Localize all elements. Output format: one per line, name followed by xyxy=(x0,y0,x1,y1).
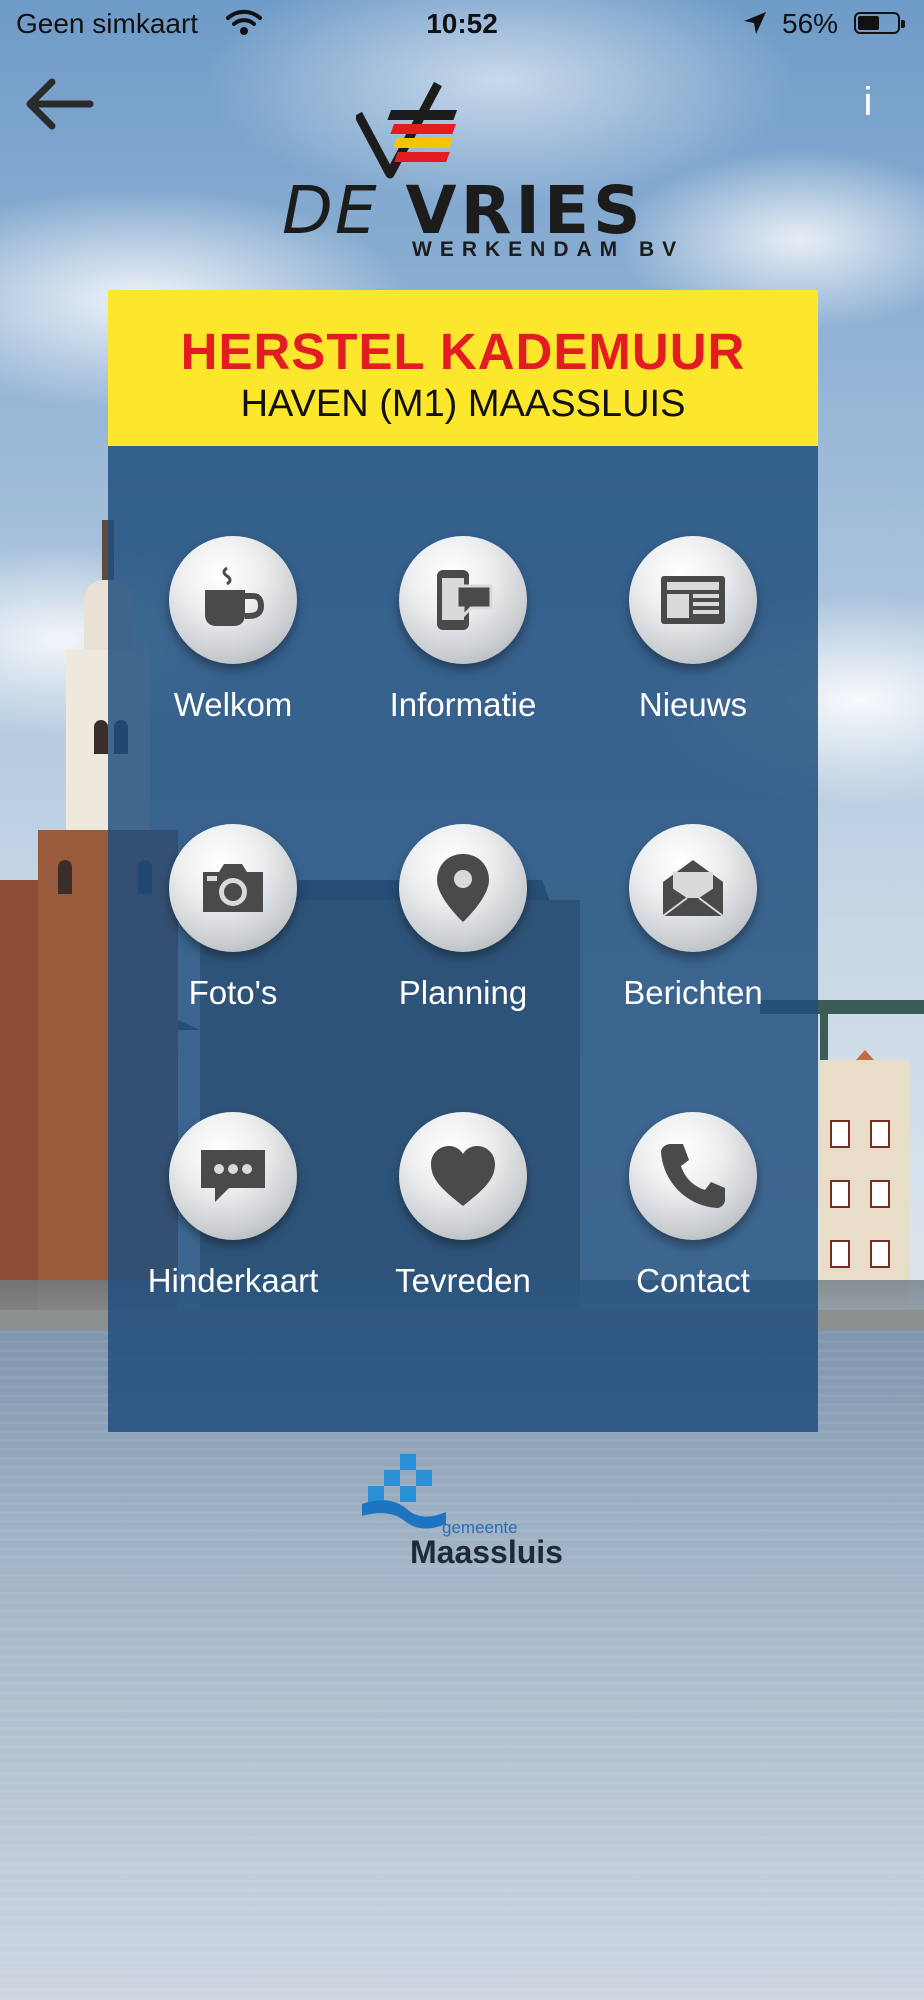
planning-button[interactable] xyxy=(399,824,527,952)
menu-tevreden[interactable]: Tevreden xyxy=(353,1112,573,1332)
hinderkaart-button[interactable] xyxy=(169,1112,297,1240)
heart-icon xyxy=(431,1146,495,1206)
menu-welkom[interactable]: Welkom xyxy=(123,536,343,756)
back-button[interactable] xyxy=(20,74,96,134)
location-pin-icon xyxy=(437,854,489,922)
phone-chat-icon xyxy=(437,570,493,630)
battery-icon xyxy=(854,12,905,34)
checkmark-logo-icon xyxy=(356,81,458,179)
menu-hinderkaart[interactable]: Hinderkaart xyxy=(123,1112,343,1332)
menu-informatie[interactable]: Informatie xyxy=(353,536,573,756)
status-bar: Geen simkaart 10:52 56% xyxy=(0,0,924,52)
welkom-label: Welkom xyxy=(173,686,293,723)
informatie-button[interactable] xyxy=(399,536,527,664)
tevreden-button[interactable] xyxy=(399,1112,527,1240)
gemeente-name: Maassluis xyxy=(410,1534,563,1570)
informatie-label: Informatie xyxy=(389,686,537,723)
fotos-button[interactable] xyxy=(169,824,297,952)
newspaper-icon xyxy=(661,576,725,624)
menu-berichten[interactable]: Berichten xyxy=(583,824,803,1044)
gemeente-emblem-icon xyxy=(362,1454,446,1529)
envelope-icon xyxy=(662,860,724,917)
speech-bubble-icon xyxy=(201,1150,265,1202)
menu-nieuws[interactable]: Nieuws xyxy=(583,536,803,756)
contact-label: Contact xyxy=(636,1262,750,1299)
menu-fotos[interactable]: Foto's xyxy=(123,824,343,1044)
project-subtitle: HAVEN (M1) MAASSLUIS xyxy=(240,383,686,425)
nieuws-label: Nieuws xyxy=(638,686,748,723)
berichten-label: Berichten xyxy=(623,974,763,1011)
brand-subtitle: WERKENDAM BV xyxy=(412,238,685,261)
coffee-cup-icon xyxy=(205,566,265,626)
info-button[interactable]: i xyxy=(856,80,880,124)
brand-prefix: DE xyxy=(282,172,379,249)
project-card: HERSTEL KADEMUUR HAVEN (M1) MAASSLUIS We… xyxy=(108,290,818,1432)
battery-percent: 56% xyxy=(782,8,839,39)
menu-panel: Welkom Informatie Nieuws Foto's Planning… xyxy=(108,446,818,1432)
fotos-label: Foto's xyxy=(188,974,278,1011)
arrow-left-icon xyxy=(26,78,94,130)
camera-icon xyxy=(203,864,263,912)
contact-button[interactable] xyxy=(629,1112,757,1240)
project-banner: HERSTEL KADEMUUR HAVEN (M1) MAASSLUIS xyxy=(108,290,818,446)
menu-planning[interactable]: Planning xyxy=(353,824,573,1044)
welkom-button[interactable] xyxy=(169,536,297,664)
gemeente-maassluis-logo: gemeente Maassluis xyxy=(360,1450,580,1570)
berichten-button[interactable] xyxy=(629,824,757,952)
phone-handset-icon xyxy=(661,1144,725,1208)
nieuws-button[interactable] xyxy=(629,536,757,664)
menu-contact[interactable]: Contact xyxy=(583,1112,803,1332)
de-vries-logo: DE VRIES WERKENDAM BV xyxy=(278,80,718,266)
planning-label: Planning xyxy=(398,974,528,1011)
project-title: HERSTEL KADEMUUR xyxy=(180,323,746,380)
tevreden-label: Tevreden xyxy=(395,1262,531,1299)
location-arrow-icon xyxy=(742,10,768,43)
hinderkaart-label: Hinderkaart xyxy=(147,1262,319,1299)
